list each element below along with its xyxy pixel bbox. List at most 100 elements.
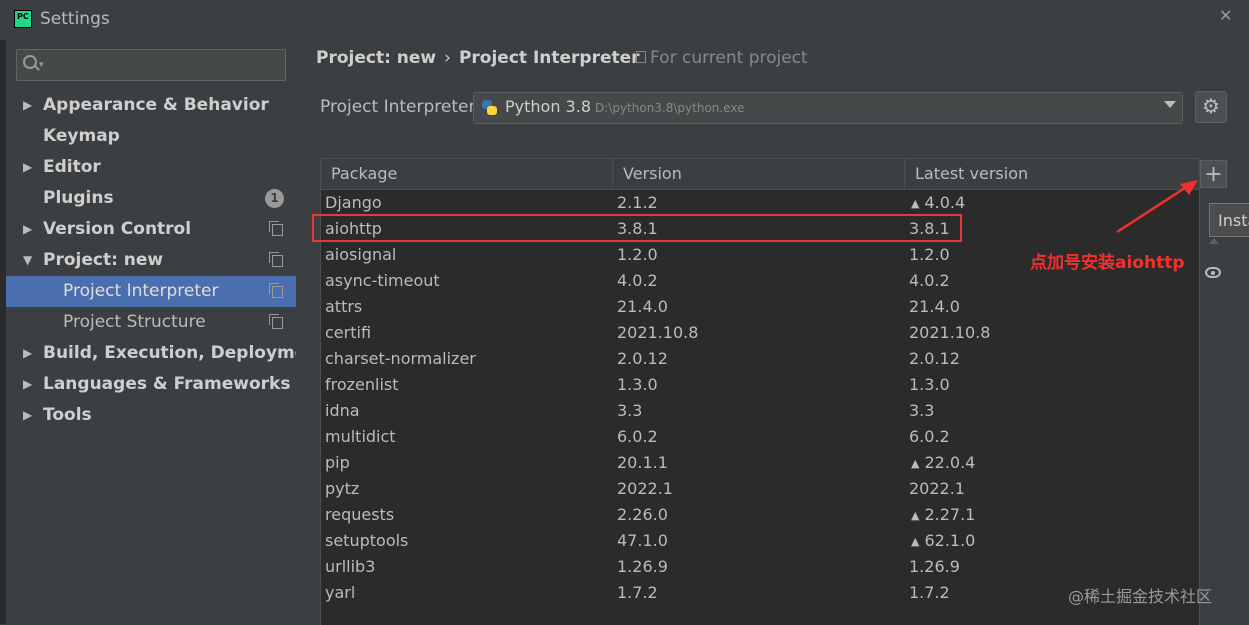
breadcrumb: Project: new › Project Interpreter [316,48,640,68]
package-latest-version: 1.26.9 [909,554,960,580]
table-row[interactable]: urllib3 1.26.9 1.26.9 [321,554,1199,580]
package-name: aiosignal [325,245,397,264]
latest-version-text: 2022.1 [909,479,965,498]
package-name: charset-normalizer [325,349,476,368]
sidebar-item-label: Project Interpreter [63,281,219,301]
search-icon [23,55,37,69]
sidebar-item-label: Tools [43,405,92,425]
upgrade-available-icon: ▲ [911,535,920,548]
project-scope-icon [269,314,283,329]
document-icon [636,51,646,63]
table-row[interactable]: setuptools 47.1.0 ▲ 62.1.0 [321,528,1199,554]
sidebar-item-project-structure[interactable]: Project Structure [6,307,296,338]
latest-version-text: 4.0.2 [909,271,950,290]
package-latest-version: ▲ 4.0.4 [911,190,965,217]
sidebar-item-label: Editor [43,157,101,177]
package-latest-version: 2.0.12 [909,346,960,372]
column-header-version[interactable]: Version [613,159,905,189]
package-version: 2022.1 [617,479,673,498]
package-version: 2021.10.8 [617,323,699,342]
chevron-down-icon[interactable] [1164,101,1176,108]
table-row[interactable]: pytz 2022.1 2022.1 [321,476,1199,502]
chevron-right-icon[interactable]: ▶ [23,369,32,400]
package-version: 1.2.0 [617,245,658,264]
table-row[interactable]: pip 20.1.1 ▲ 22.0.4 [321,450,1199,476]
table-row[interactable]: charset-normalizer 2.0.12 2.0.12 [321,346,1199,372]
settings-sidebar: ▾ ▶ Appearance & Behavior Keymap ▶ Editor Plu… [6,40,327,624]
package-latest-version: 4.0.2 [909,268,950,294]
sidebar-item-languages-frameworks[interactable]: ▶ Languages & Frameworks [6,369,296,400]
table-row[interactable]: frozenlist 1.3.0 1.3.0 [321,372,1199,398]
sidebar-item-label: Plugins [43,188,114,208]
table-row[interactable]: attrs 21.4.0 21.4.0 [321,294,1199,320]
upgrade-available-icon: ▲ [911,509,920,522]
interpreter-settings-button[interactable]: ⚙ [1195,91,1227,123]
table-row[interactable]: idna 3.3 3.3 [321,398,1199,424]
package-latest-version: 1.3.0 [909,372,950,398]
chevron-down-icon: ▾ [39,60,44,70]
chevron-right-icon[interactable]: ▶ [23,400,32,431]
sidebar-item-project-interpreter[interactable]: Project Interpreter [6,276,296,307]
package-latest-version: ▲ 2.27.1 [911,502,975,529]
column-header-package[interactable]: Package [321,159,613,189]
chevron-right-icon[interactable]: ▶ [23,152,32,183]
eye-icon[interactable] [1205,267,1221,278]
breadcrumb-separator: › [444,48,451,68]
sidebar-item-label: Appearance & Behavior [43,95,269,115]
chevron-right-icon[interactable]: ▶ [23,214,32,245]
chevron-down-icon[interactable]: ▼ [23,245,32,276]
package-name: async-timeout [325,271,440,290]
sidebar-item-appearance-behavior[interactable]: ▶ Appearance & Behavior [6,90,296,121]
package-name: setuptools [325,531,409,550]
interpreter-name: Python 3.8 [505,97,591,116]
sidebar-item-project-new[interactable]: ▼ Project: new [6,245,296,276]
table-row[interactable]: certifi 2021.10.8 2021.10.8 [321,320,1199,346]
highlight-box [312,214,962,242]
package-name: certifi [325,323,372,342]
interpreter-select[interactable]: Python 3.8 D:\python3.8\python.exe [473,92,1183,124]
latest-version-text: 1.2.0 [909,245,950,264]
sidebar-item-build-execution-deployment[interactable]: ▶ Build, Execution, Deployment [6,338,327,369]
latest-version-text: 2021.10.8 [909,323,991,342]
latest-version-text: 2.27.1 [924,505,976,524]
package-version: 47.1.0 [617,531,668,550]
breadcrumb-page: Project Interpreter [458,48,640,68]
upgrade-icon[interactable] [1209,238,1219,244]
project-scope-icon [269,221,283,236]
sidebar-item-plugins[interactable]: Plugins 1 [6,183,296,214]
close-icon[interactable]: ✕ [1219,6,1232,25]
table-row[interactable]: multidict 6.0.2 6.0.2 [321,424,1199,450]
package-version: 20.1.1 [617,453,668,472]
table-header: Package Version Latest version [321,159,1199,190]
sidebar-item-version-control[interactable]: ▶ Version Control [6,214,296,245]
latest-version-text: 3.3 [909,401,935,420]
latest-version-text: 1.7.2 [909,583,950,602]
package-name: frozenlist [325,375,399,394]
project-scope-icon [269,283,283,298]
sidebar-item-tools[interactable]: ▶ Tools [6,400,296,431]
package-version: 2.0.12 [617,349,668,368]
table-row[interactable]: Django 2.1.2 ▲ 4.0.4 [321,190,1199,216]
package-latest-version: 6.0.2 [909,424,950,450]
watermark: @稀土掘金技术社区 [1068,587,1213,606]
latest-version-text: 62.1.0 [924,531,976,550]
breadcrumb-project[interactable]: Project: new [316,48,436,68]
chevron-right-icon[interactable]: ▶ [23,338,32,369]
column-header-latest[interactable]: Latest version [905,159,1199,189]
package-latest-version: 1.2.0 [909,242,950,268]
table-row[interactable]: requests 2.26.0 ▲ 2.27.1 [321,502,1199,528]
package-name: attrs [325,297,363,316]
sidebar-item-editor[interactable]: ▶ Editor [6,152,296,183]
sidebar-item-label: Build, Execution, Deployment [43,343,327,363]
add-package-button[interactable]: + [1200,160,1227,188]
package-version: 1.3.0 [617,375,658,394]
package-name: yarl [325,583,356,602]
sidebar-item-keymap[interactable]: Keymap [6,121,296,152]
main-panel: Project: new › Project Interpreter For cur… [296,40,1249,625]
search-input[interactable]: ▾ [16,49,286,81]
package-name: pip [325,453,350,472]
sidebar-item-label: Languages & Frameworks [43,374,291,394]
chevron-right-icon[interactable]: ▶ [23,90,32,121]
notification-badge: 1 [265,189,284,208]
package-version: 1.7.2 [617,583,658,602]
